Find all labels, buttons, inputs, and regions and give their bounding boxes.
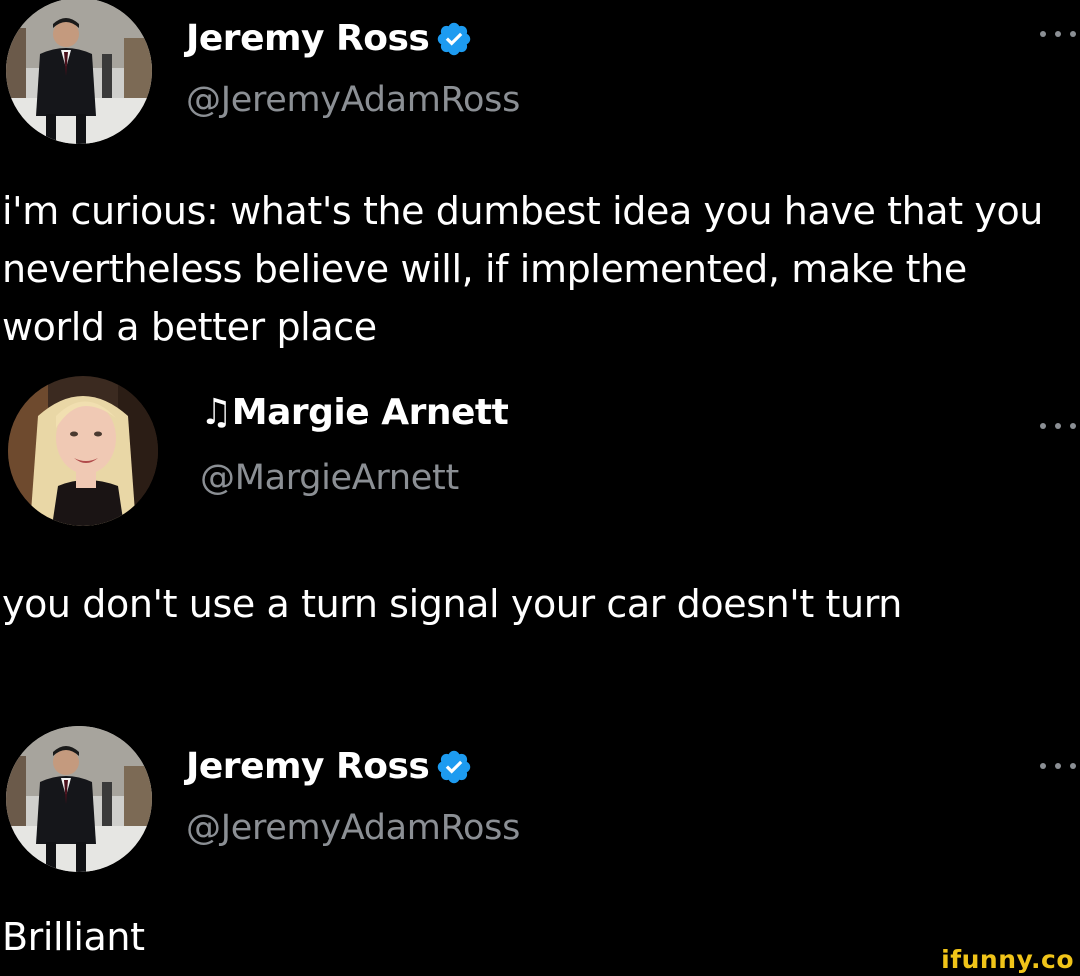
author-handle[interactable]: @MargieArnett [200, 458, 459, 498]
avatar[interactable] [6, 726, 152, 872]
more-options-icon[interactable] [1040, 28, 1076, 40]
more-options-icon[interactable] [1040, 760, 1076, 772]
watermark: ifunny.co [941, 945, 1074, 974]
person-avatar-icon [8, 376, 158, 526]
person-avatar-icon [6, 726, 152, 872]
author-name[interactable]: Jeremy Ross [186, 18, 430, 59]
author-name[interactable]: Jeremy Ross [186, 746, 430, 787]
author-name[interactable]: ♫Margie Arnett [200, 392, 509, 433]
more-options-icon[interactable] [1040, 420, 1076, 432]
avatar[interactable] [6, 0, 152, 144]
post-text: i'm curious: what's the dumbest idea you… [2, 189, 1043, 349]
post-text: you don't use a turn signal your car doe… [2, 582, 902, 626]
avatar[interactable] [8, 376, 158, 526]
author-handle[interactable]: @JeremyAdamRoss [186, 80, 520, 120]
post-text: Brilliant [2, 915, 145, 959]
verified-badge-icon [435, 20, 473, 58]
person-avatar-icon [6, 0, 152, 144]
author-handle[interactable]: @JeremyAdamRoss [186, 808, 520, 848]
verified-badge-icon [435, 748, 473, 786]
